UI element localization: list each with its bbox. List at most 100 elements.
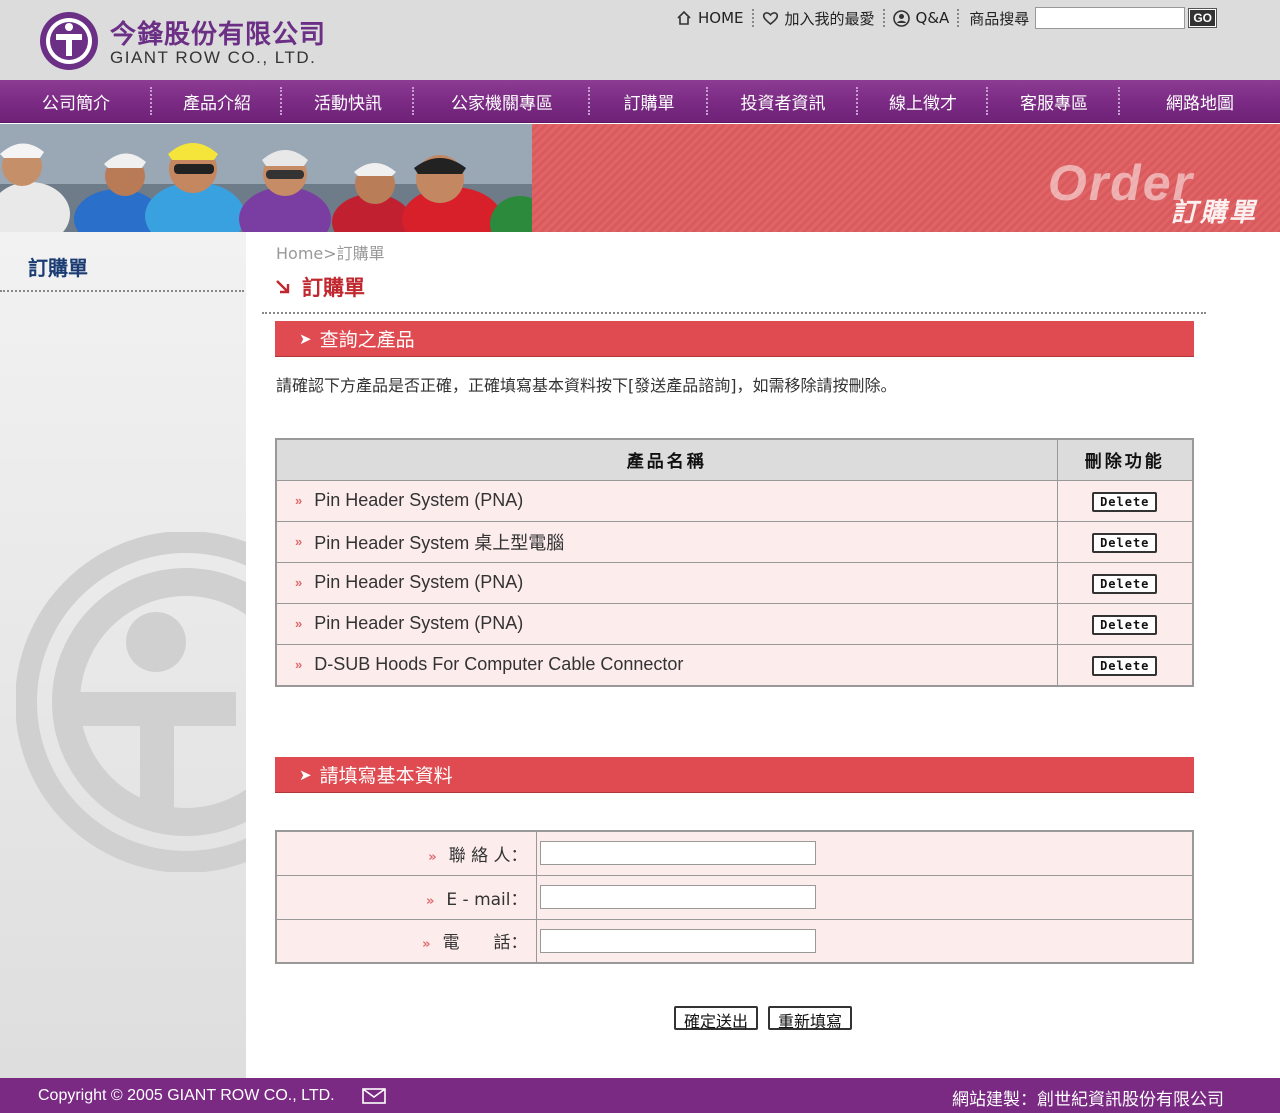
products-section-title: 查詢之產品: [319, 329, 415, 351]
sidebar: 訂購單: [0, 232, 246, 1078]
delete-cell: Delete: [1056, 561, 1194, 604]
table-row: » Pin Header System (PNA) Delete: [275, 602, 1194, 645]
form-section-header: ➤ 請填寫基本資料: [275, 757, 1194, 793]
product-name-cell: » Pin Header System (PNA): [275, 602, 1058, 645]
product-name-cell: » Pin Header System (PNA): [275, 561, 1058, 604]
email-label: E - mail：: [446, 889, 528, 910]
favorite-link-label: 加入我的最愛: [784, 9, 875, 28]
form-row-email: » E - mail：: [275, 874, 1194, 920]
page-banner: Order 訂購單: [0, 124, 1280, 232]
company-name-cn: 今鋒股份有限公司: [110, 20, 327, 50]
delete-cell: Delete: [1056, 602, 1194, 645]
product-name-cell: » D-SUB Hoods For Computer Cable Connecto…: [275, 643, 1058, 686]
page-title: 訂購單: [274, 272, 365, 302]
double-chevron-icon: »: [295, 493, 303, 508]
title-divider: [262, 312, 1206, 314]
logo-watermark-icon: [16, 532, 246, 872]
col-product-name: 產品名稱: [275, 438, 1058, 481]
product-name-cell: » Pin Header System (PNA): [275, 479, 1058, 522]
form-row-contact: » 聯 絡 人：: [275, 830, 1194, 876]
nav-item-news[interactable]: 活動快訊: [282, 80, 414, 122]
heart-icon: [762, 12, 778, 26]
delete-button[interactable]: Delete: [1092, 491, 1158, 512]
sidebar-item-order[interactable]: 訂購單: [28, 252, 88, 281]
double-chevron-icon: »: [295, 657, 303, 672]
product-name[interactable]: D-SUB Hoods For Computer Cable Connector: [314, 654, 683, 675]
double-chevron-icon: »: [428, 849, 437, 865]
product-name-cell: » Pin Header System 桌上型電腦: [275, 520, 1058, 563]
site-header: 今鋒股份有限公司 GIANT ROW CO., LTD. HOME 加入我的最愛…: [0, 0, 1280, 80]
products-table: 產品名稱 刪除功能 » Pin Header System (PNA) Delet…: [275, 438, 1194, 687]
cyclists-illustration: [0, 124, 532, 232]
email-input-cell: [535, 874, 1194, 920]
section-arrow-icon: ➤: [299, 765, 312, 784]
site-builder-text[interactable]: 網站建製：創世紀資訊股份有限公司: [952, 1085, 1224, 1110]
double-chevron-icon: »: [425, 893, 435, 909]
product-name[interactable]: Pin Header System (PNA): [314, 572, 523, 593]
delete-button[interactable]: Delete: [1092, 614, 1158, 635]
breadcrumb[interactable]: Home>訂購單: [276, 240, 385, 264]
instruction-text: 請確認下方產品是否正確，正確填寫基本資料按下[發送產品諮詢]，如需移除請按刪除。: [276, 376, 897, 395]
email-field[interactable]: [539, 885, 816, 909]
contact-name-field[interactable]: [539, 841, 816, 866]
qa-link-label: Q&A: [915, 9, 950, 27]
double-chevron-icon: »: [422, 937, 431, 953]
qa-link[interactable]: Q&A: [885, 7, 958, 29]
nav-item-careers[interactable]: 線上徵才: [858, 80, 988, 122]
home-link[interactable]: HOME: [668, 7, 752, 29]
nav-item-investors[interactable]: 投資者資訊: [708, 80, 858, 122]
company-logo-icon[interactable]: [38, 10, 100, 72]
table-header-row: 產品名稱 刪除功能: [275, 438, 1194, 481]
form-row-phone: » 電 話：: [275, 918, 1194, 964]
product-name[interactable]: Pin Header System (PNA): [314, 490, 523, 511]
section-arrow-icon: ➤: [299, 329, 312, 348]
banner-title-area: Order 訂購單: [532, 124, 1280, 232]
contact-label-cell: » 聯 絡 人：: [275, 830, 537, 876]
contact-input-cell: [535, 830, 1194, 876]
double-chevron-icon: »: [295, 575, 303, 590]
double-chevron-icon: »: [295, 534, 303, 549]
table-row: » Pin Header System (PNA) Delete: [275, 479, 1194, 522]
top-links: HOME 加入我的最愛 Q&A 商品搜尋 GO: [668, 6, 1217, 30]
arrow-down-right-icon: [276, 280, 290, 294]
nav-item-service[interactable]: 客服專區: [988, 80, 1120, 122]
favorite-link[interactable]: 加入我的最愛: [754, 7, 883, 29]
delete-button[interactable]: Delete: [1092, 655, 1158, 676]
main-nav: 公司簡介 產品介紹 活動快訊 公家機關專區 訂購單 投資者資訊 線上徵才 客服專…: [0, 80, 1280, 123]
contact-form: » 聯 絡 人： » E - mail： » 電 話：: [275, 830, 1194, 964]
nav-item-products[interactable]: 產品介紹: [152, 80, 282, 122]
product-name[interactable]: Pin Header System 桌上型電腦: [314, 529, 564, 555]
email-label-cell: » E - mail：: [275, 874, 537, 920]
home-icon: [677, 10, 691, 25]
site-footer: Copyright © 2005 GIANT ROW CO., LTD. 網站建…: [0, 1078, 1280, 1113]
table-row: » Pin Header System (PNA) Delete: [275, 561, 1194, 604]
nav-item-government[interactable]: 公家機關專區: [414, 80, 590, 122]
nav-item-sitemap[interactable]: 網路地圖: [1120, 80, 1280, 122]
phone-input-cell: [535, 918, 1194, 964]
phone-field[interactable]: [539, 928, 816, 953]
double-chevron-icon: »: [295, 616, 303, 631]
phone-label-cell: » 電 話：: [275, 918, 537, 964]
mail-icon[interactable]: [362, 1088, 386, 1104]
table-row: » D-SUB Hoods For Computer Cable Connecto…: [275, 643, 1194, 686]
reset-button[interactable]: 重新填寫: [768, 1006, 853, 1031]
table-row: » Pin Header System 桌上型電腦 Delete: [275, 520, 1194, 563]
nav-item-order[interactable]: 訂購單: [590, 80, 708, 122]
company-name-en: GIANT ROW CO., LTD.: [110, 48, 317, 67]
submit-button[interactable]: 確定送出: [674, 1006, 759, 1031]
products-section-header: ➤ 查詢之產品: [275, 321, 1194, 357]
contact-label: 聯 絡 人：: [448, 845, 528, 866]
user-circle-icon: [892, 9, 910, 27]
nav-item-about[interactable]: 公司簡介: [0, 80, 152, 122]
cyclists-photo: [0, 124, 532, 232]
banner-order-cn: 訂購單: [1170, 198, 1258, 228]
search-label: 商品搜尋: [969, 9, 1030, 28]
product-name[interactable]: Pin Header System (PNA): [314, 613, 523, 634]
delete-cell: Delete: [1056, 479, 1194, 522]
search-go-button[interactable]: GO: [1188, 8, 1217, 28]
delete-button[interactable]: Delete: [1092, 573, 1158, 594]
delete-button[interactable]: Delete: [1092, 532, 1158, 553]
copyright-text: Copyright © 2005 GIANT ROW CO., LTD.: [38, 1087, 335, 1104]
search-input[interactable]: [1035, 7, 1186, 29]
home-link-label: HOME: [698, 9, 744, 27]
